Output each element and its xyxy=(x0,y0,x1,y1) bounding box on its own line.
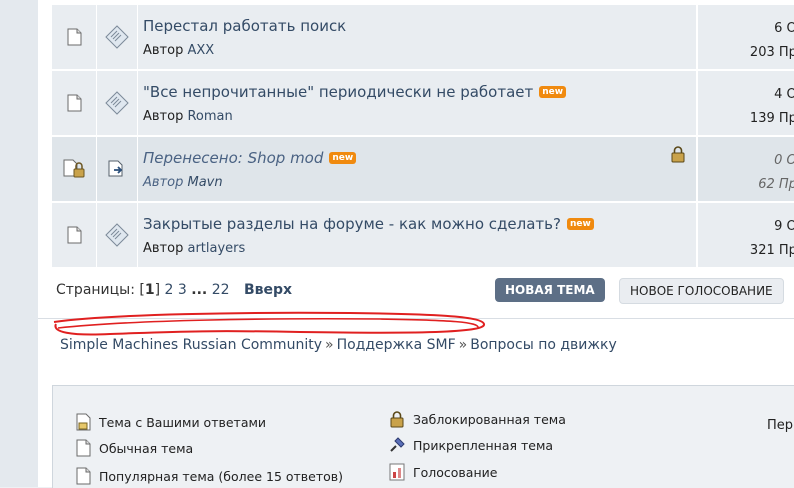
views-count: 203 Прос xyxy=(749,45,794,60)
red-scribble-annotation xyxy=(53,311,485,336)
topic-icon-cell xyxy=(52,203,97,267)
message-icon-cell xyxy=(97,137,138,201)
message-icon-cell xyxy=(97,203,138,267)
replies-count: 0 Отв xyxy=(774,153,794,168)
message-icon-cell xyxy=(97,71,138,135)
normal-topic-icon xyxy=(67,226,82,244)
page-link-last[interactable]: 22 xyxy=(212,282,230,298)
topic-author: Автор AXX xyxy=(143,43,215,58)
views-count: 139 Прос xyxy=(749,111,794,126)
topic-subject-cell: Перенесено: Shop mod new Автор Mavn xyxy=(138,137,698,201)
new-badge[interactable]: new xyxy=(566,218,594,230)
page-current: 1 xyxy=(144,282,155,298)
page-ellipsis[interactable]: ... xyxy=(191,282,207,298)
my-topic-icon xyxy=(76,413,91,431)
moved-topic-icon xyxy=(108,160,123,177)
new-topic-button[interactable]: НОВАЯ ТЕМА xyxy=(495,278,605,302)
legend-locked: Заблокированная тема xyxy=(387,410,566,428)
topic-subject-cell: Закрытые разделы на форуме - как можно с… xyxy=(138,203,698,267)
poll-icon xyxy=(389,463,405,481)
breadcrumb-engine-questions[interactable]: Вопросы по движку xyxy=(470,337,617,353)
pagination: Страницы: [1] 2 3 ... 22 Вверх xyxy=(56,282,293,298)
normal-topic-icon xyxy=(67,94,82,112)
topic-legend: Тема с Вашими ответами Обычная тема Попу… xyxy=(52,385,794,488)
topic-author: Автор Mavn xyxy=(143,175,223,190)
legend-sticky: Прикрепленная тема xyxy=(387,436,553,454)
lock-icon xyxy=(390,411,404,428)
topic-stats-cell: 6 Отв 203 Прос xyxy=(698,5,794,69)
topic-icon-cell xyxy=(52,5,97,69)
new-badge[interactable]: new xyxy=(539,86,567,98)
topic-subject-cell: Перестал работать поиск Автор AXX xyxy=(138,5,698,69)
topic-title-link[interactable]: "Все непрочитанные" периодически не рабо… xyxy=(143,83,533,101)
legend-normal: Обычная тема xyxy=(73,438,193,458)
new-badge[interactable]: new xyxy=(329,152,357,164)
new-poll-button[interactable]: НОВОЕ ГОЛОСОВАНИЕ xyxy=(619,278,784,304)
topic-author: Автор Roman xyxy=(143,109,233,124)
go-up-link[interactable]: Вверх xyxy=(244,282,292,298)
lock-icon xyxy=(671,146,685,163)
hot-topic-icon xyxy=(76,467,91,485)
normal-topic-icon xyxy=(67,28,82,46)
page-link-2[interactable]: 2 xyxy=(165,282,174,298)
legend-cut-text: Пер xyxy=(767,418,794,433)
topic-author: Автор artlayers xyxy=(143,241,246,256)
topic-row-moved: Перенесено: Shop mod new Автор Mavn 0 Отв… xyxy=(52,137,794,203)
author-link[interactable]: Roman xyxy=(187,109,232,124)
topic-row: Перестал работать поиск Автор AXX 6 Отв … xyxy=(52,5,794,71)
legend-poll: Голосование xyxy=(387,462,497,482)
author-link[interactable]: AXX xyxy=(187,43,214,58)
topic-icon-cell xyxy=(52,71,97,135)
page-link-3[interactable]: 3 xyxy=(178,282,187,298)
pin-icon xyxy=(390,437,405,452)
message-icon-cell xyxy=(97,5,138,69)
replies-count: 4 Отв xyxy=(774,87,794,102)
legend-hot: Популярная тема (более 15 ответов) xyxy=(73,466,343,486)
topic-row: "Все непрочитанные" периодически не рабо… xyxy=(52,71,794,137)
message-xx-icon xyxy=(105,223,129,247)
topic-subject-cell: "Все непрочитанные" периодически не рабо… xyxy=(138,71,698,135)
pagination-label: Страницы: xyxy=(56,282,135,298)
normal-topic-icon xyxy=(76,439,91,457)
message-index: Перестал работать поиск Автор AXX 6 Отв … xyxy=(38,0,794,488)
topic-stats-cell: 9 Отв 321 Прос xyxy=(698,203,794,267)
message-xx-icon xyxy=(105,91,129,115)
locked-topic-icon xyxy=(63,159,85,178)
author-link[interactable]: Mavn xyxy=(187,175,222,190)
topic-stats-cell: 0 Отв 62 Прос xyxy=(698,137,794,201)
left-margin xyxy=(0,0,39,487)
topic-title-link[interactable]: Перенесено: Shop mod xyxy=(143,149,323,167)
legend-my-topic: Тема с Вашими ответами xyxy=(73,412,266,432)
topic-icon-cell xyxy=(52,137,97,201)
message-xx-icon xyxy=(105,25,129,49)
topic-title-link[interactable]: Закрытые разделы на форуме - как можно с… xyxy=(143,215,561,233)
topic-stats-cell: 4 Отв 139 Прос xyxy=(698,71,794,135)
replies-count: 6 Отв xyxy=(774,21,794,36)
replies-count: 9 Отв xyxy=(774,219,794,234)
topic-title-link[interactable]: Перестал работать поиск xyxy=(143,17,346,35)
topic-row: Закрытые разделы на форуме - как можно с… xyxy=(52,203,794,269)
author-link[interactable]: artlayers xyxy=(187,241,245,256)
views-count: 321 Прос xyxy=(749,243,794,258)
views-count: 62 Прос xyxy=(758,177,794,192)
